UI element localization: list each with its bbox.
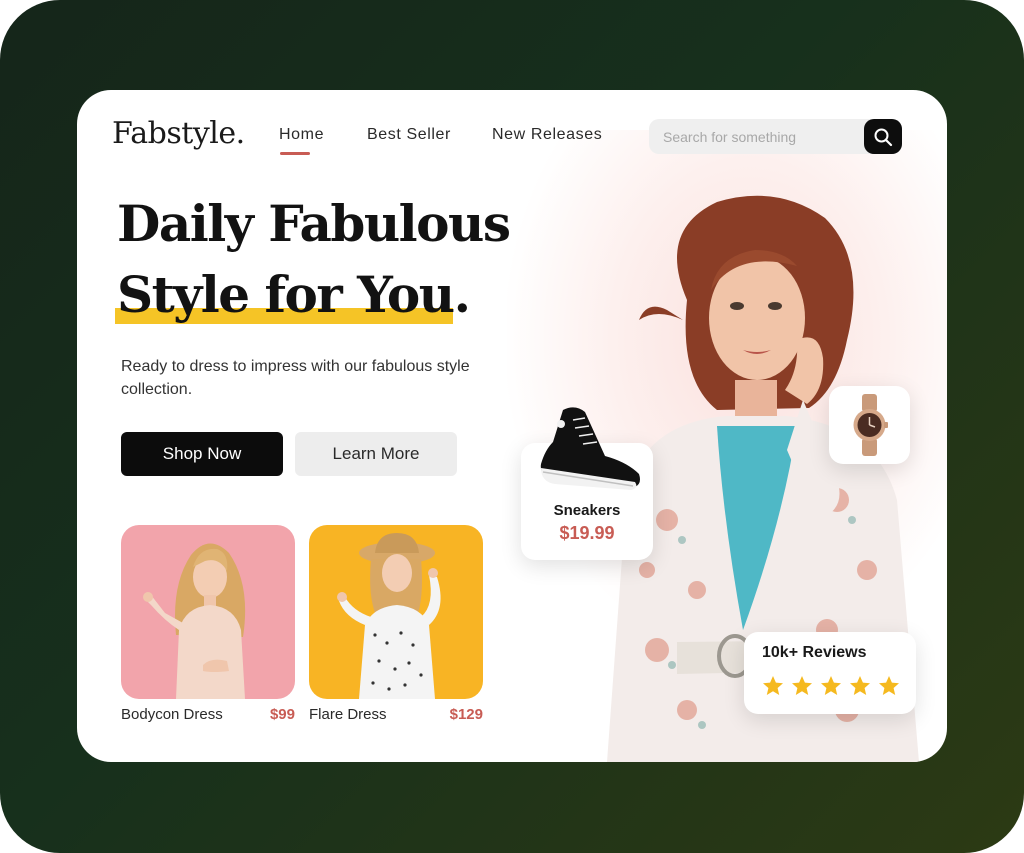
star-icon (850, 676, 870, 695)
search-input[interactable] (649, 119, 864, 154)
star-icon (763, 676, 783, 695)
learn-more-button[interactable]: Learn More (295, 432, 457, 476)
landing-page-card: Fabstyle. Home Best Seller New Releases … (77, 90, 947, 762)
star-icon (792, 676, 812, 695)
search-bar (649, 119, 902, 154)
nav-item-new-releases[interactable]: New Releases (492, 126, 602, 144)
product-price-flare-dress: $129 (449, 706, 483, 723)
outer-frame: Fabstyle. Home Best Seller New Releases … (0, 0, 1024, 853)
product-price-bodycon-dress: $99 (269, 706, 295, 723)
product-image-flare-dress[interactable] (309, 525, 483, 699)
nav-item-home[interactable]: Home (279, 126, 324, 144)
nav-active-indicator (280, 152, 310, 155)
sneakers-price: $19.99 (559, 523, 615, 543)
reviews-card[interactable]: 10k+ Reviews (744, 632, 916, 714)
search-icon (874, 128, 893, 146)
product-image-bodycon-dress[interactable] (121, 525, 295, 699)
hero-description: Ready to dress to impress with our fabul… (121, 358, 470, 398)
watch-card[interactable] (829, 386, 910, 464)
star-icon (821, 676, 841, 695)
star-rating (760, 674, 902, 698)
reviews-label: 10k+ Reviews (762, 644, 867, 661)
sneakers-name: Sneakers (553, 502, 621, 519)
hero-title-line-2: Style for You. (117, 265, 471, 324)
shop-now-button[interactable]: Shop Now (121, 432, 283, 476)
watch-icon (853, 394, 888, 456)
sneaker-icon (540, 407, 640, 490)
hero-title-line-1: Daily Fabulous (117, 194, 511, 253)
brand-logo[interactable]: Fabstyle. (112, 116, 245, 151)
product-name-bodycon-dress[interactable]: Bodycon Dress (121, 706, 223, 723)
product-name-flare-dress[interactable]: Flare Dress (309, 706, 387, 723)
star-icon (879, 676, 899, 695)
search-button[interactable] (864, 119, 902, 154)
nav-item-best-seller[interactable]: Best Seller (367, 126, 451, 144)
